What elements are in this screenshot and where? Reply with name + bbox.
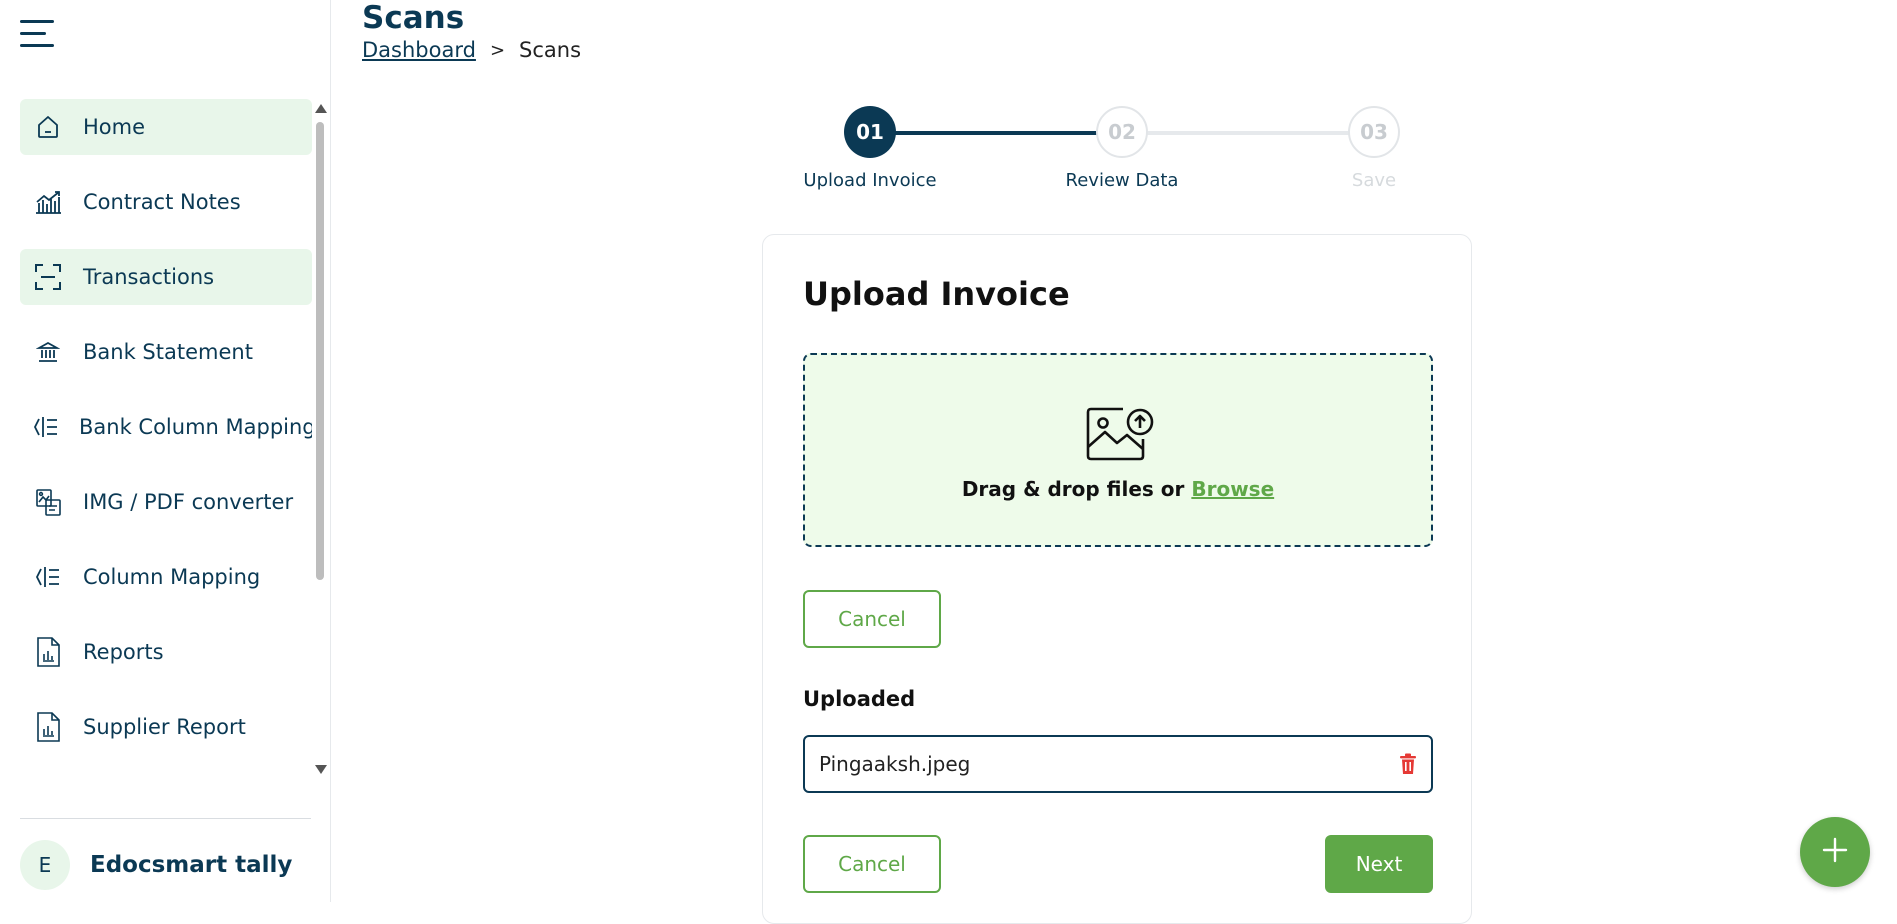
sidebar-item-bank-column-mapping[interactable]: Bank Column Mapping — [20, 399, 312, 455]
next-button[interactable]: Next — [1325, 835, 1433, 893]
scan-icon — [32, 261, 64, 293]
step-2-circle: 02 — [1096, 106, 1148, 158]
image-upload-icon — [1085, 405, 1155, 467]
home-icon — [32, 111, 64, 143]
footer-cancel-button[interactable]: Cancel — [803, 835, 941, 893]
bank-icon — [32, 336, 64, 368]
step-1-label: Upload Invoice — [803, 170, 937, 191]
step-connector-complete — [870, 131, 1106, 135]
sidebar-item-img-pdf-converter[interactable]: IMG / PDF converter — [20, 474, 312, 530]
sidebar-scrollbar[interactable] — [314, 104, 327, 774]
user-profile[interactable]: E Edocsmart tally — [20, 840, 292, 890]
step-1-circle: 01 — [844, 106, 896, 158]
converter-icon — [32, 486, 64, 518]
scroll-up-icon[interactable] — [315, 104, 327, 113]
sidebar-item-home[interactable]: Home — [20, 99, 312, 155]
column-mapping-icon — [32, 561, 64, 593]
avatar: E — [20, 840, 70, 890]
scroll-thumb[interactable] — [316, 122, 324, 580]
dropzone-text: Drag & drop files or Browse — [805, 477, 1431, 501]
file-name: Pingaaksh.jpeg — [819, 752, 971, 776]
sidebar-item-reports[interactable]: Reports — [20, 624, 312, 680]
divider — [20, 818, 311, 819]
step-2-label: Review Data — [1065, 170, 1179, 191]
breadcrumb-current: Scans — [519, 38, 582, 62]
add-fab-button[interactable] — [1800, 817, 1870, 887]
file-dropzone[interactable]: Drag & drop files or Browse — [803, 353, 1433, 547]
uploaded-title: Uploaded — [803, 687, 916, 711]
column-mapping-icon — [32, 411, 60, 443]
breadcrumb-dashboard-link[interactable]: Dashboard — [362, 38, 476, 62]
page-title: Scans — [362, 0, 465, 36]
browse-link[interactable]: Browse — [1191, 477, 1274, 501]
sidebar-item-supplier-report[interactable]: Supplier Report — [20, 699, 312, 755]
chart-icon — [32, 186, 64, 218]
sidebar-item-label: Contract Notes — [83, 190, 241, 214]
step-3-label: Save — [1351, 170, 1397, 191]
scroll-down-icon[interactable] — [315, 765, 327, 774]
plus-icon — [1821, 836, 1849, 868]
sidebar-nav: Home Contract Notes Transactions Bank St… — [20, 99, 312, 763]
sidebar-item-label: Reports — [83, 640, 164, 664]
breadcrumb: Dashboard > Scans — [362, 38, 581, 62]
menu-icon[interactable] — [20, 20, 54, 48]
sidebar-item-label: Bank Statement — [83, 340, 253, 364]
sidebar-item-label: Column Mapping — [83, 565, 261, 589]
user-name: Edocsmart tally — [90, 852, 293, 878]
sidebar: Home Contract Notes Transactions Bank St… — [0, 0, 331, 902]
cancel-button[interactable]: Cancel — [803, 590, 941, 648]
dropzone-instructions: Drag & drop files or — [961, 477, 1192, 501]
sidebar-item-bank-statement[interactable]: Bank Statement — [20, 324, 312, 380]
step-3-circle: 03 — [1348, 106, 1400, 158]
report-icon — [32, 636, 64, 668]
sidebar-item-label: Home — [83, 115, 146, 139]
sidebar-item-label: Supplier Report — [83, 715, 246, 739]
sidebar-item-label: Transactions — [83, 265, 215, 289]
stepper: 01 02 03 Upload Invoice Review Data Save — [780, 106, 1440, 196]
sidebar-item-label: IMG / PDF converter — [83, 490, 294, 514]
breadcrumb-separator: > — [489, 39, 506, 61]
step-connector-pending — [1138, 131, 1372, 135]
sidebar-item-column-mapping[interactable]: Column Mapping — [20, 549, 312, 605]
sidebar-item-transactions[interactable]: Transactions — [20, 249, 312, 305]
upload-card: Upload Invoice Drag & drop files or Brow… — [762, 234, 1472, 924]
card-title: Upload Invoice — [803, 275, 1070, 313]
sidebar-item-label: Bank Column Mapping — [79, 415, 312, 439]
delete-icon[interactable] — [1399, 753, 1417, 779]
sidebar-item-contract-notes[interactable]: Contract Notes — [20, 174, 312, 230]
uploaded-file-item: Pingaaksh.jpeg — [803, 735, 1433, 793]
report-icon — [32, 711, 64, 743]
